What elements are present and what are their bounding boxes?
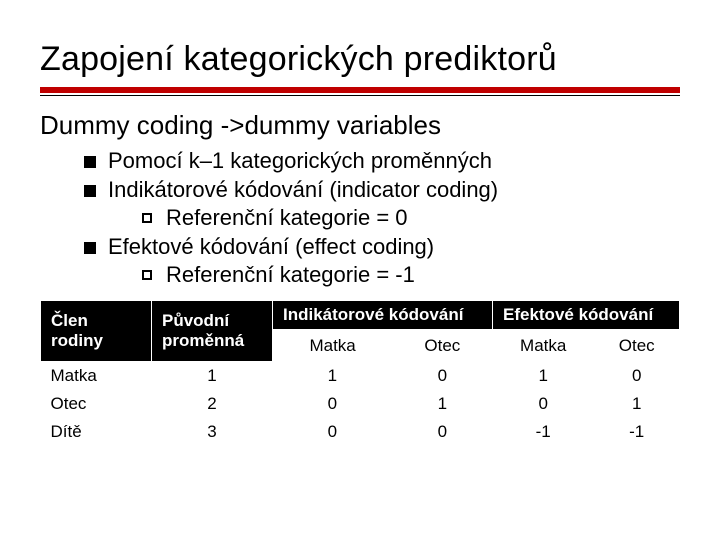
cell-value: 1 <box>492 362 593 391</box>
cell-value: 0 <box>594 362 680 391</box>
cell-value: 0 <box>273 418 393 446</box>
cell-label: Otec <box>41 390 152 418</box>
cell-value: 1 <box>152 362 273 391</box>
col-original: Původní proměnná <box>152 300 273 362</box>
table-row: Dítě 3 0 0 -1 -1 <box>41 418 680 446</box>
cell-label: Dítě <box>41 418 152 446</box>
bullet-list: Pomocí k–1 kategorických proměnných Indi… <box>40 147 680 290</box>
sub-bullet-item: Referenční kategorie = -1 <box>142 261 680 290</box>
subtitle: Dummy coding ->dummy variables <box>40 110 680 141</box>
page-title: Zapojení kategorických prediktorů <box>40 40 680 81</box>
bullet-text: Indikátorové kódování (indicator coding) <box>108 177 498 202</box>
cell-value: 3 <box>152 418 273 446</box>
cell-value: 2 <box>152 390 273 418</box>
subcol-otec-indicator: Otec <box>392 329 492 362</box>
cell-value: 1 <box>273 362 393 391</box>
table-row: Otec 2 0 1 0 1 <box>41 390 680 418</box>
slide: Zapojení kategorických prediktorů Dummy … <box>0 0 720 540</box>
subcol-matka-indicator: Matka <box>273 329 393 362</box>
bullet-text: Efektové kódování (effect coding) <box>108 234 434 259</box>
table-row: Matka 1 1 0 1 0 <box>41 362 680 391</box>
bullet-item: Indikátorové kódování (indicator coding)… <box>84 176 680 233</box>
cell-value: 0 <box>392 362 492 391</box>
bullet-item: Pomocí k–1 kategorických proměnných <box>84 147 680 176</box>
bullet-item: Efektové kódování (effect coding) Refere… <box>84 233 680 290</box>
cell-value: 0 <box>273 390 393 418</box>
cell-label: Matka <box>41 362 152 391</box>
col-indicator: Indikátorové kódování <box>273 300 493 329</box>
cell-value: 1 <box>594 390 680 418</box>
title-rule <box>40 87 680 96</box>
subcol-otec-effect: Otec <box>594 329 680 362</box>
col-member: Člen rodiny <box>41 300 152 362</box>
cell-value: -1 <box>594 418 680 446</box>
cell-value: 0 <box>492 390 593 418</box>
cell-value: -1 <box>492 418 593 446</box>
coding-table: Člen rodiny Původní proměnná Indikátorov… <box>40 300 680 447</box>
col-effect: Efektové kódování <box>492 300 679 329</box>
sub-bullet-item: Referenční kategorie = 0 <box>142 204 680 233</box>
subcol-matka-effect: Matka <box>492 329 593 362</box>
cell-value: 0 <box>392 418 492 446</box>
table-header-row: Člen rodiny Původní proměnná Indikátorov… <box>41 300 680 329</box>
cell-value: 1 <box>392 390 492 418</box>
